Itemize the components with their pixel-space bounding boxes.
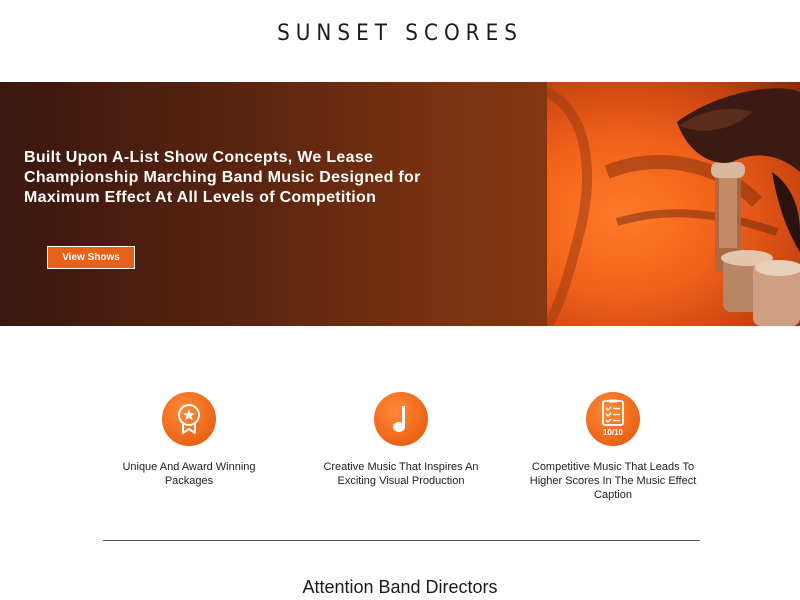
section-divider xyxy=(103,540,700,541)
site-logo[interactable]: SUNSET SCORES xyxy=(277,19,523,46)
score-checklist-icon: 10/10 xyxy=(586,392,640,446)
feature-label-award: Unique And Award Winning Packages xyxy=(122,461,256,487)
feature-label-competitive: Competitive Music That Leads To Higher S… xyxy=(529,461,697,501)
hero-banner: Built Upon A-List Show Concepts, We Leas… xyxy=(0,82,800,326)
trumpet-illustration xyxy=(547,87,800,326)
attention-band-directors-heading: Attention Band Directors xyxy=(302,577,498,597)
hero-title: Built Upon A-List Show Concepts, We Leas… xyxy=(24,149,421,206)
music-note-icon xyxy=(374,392,428,446)
hero-trumpet-image xyxy=(547,82,800,326)
site-header: SUNSET SCORES xyxy=(0,0,800,82)
feature-item-creative: Creative Music That Inspires An Exciting… xyxy=(316,392,486,488)
award-ribbon-icon xyxy=(162,392,216,446)
hero-text-panel: Built Upon A-List Show Concepts, We Leas… xyxy=(0,82,547,326)
feature-label-creative: Creative Music That Inspires An Exciting… xyxy=(323,461,479,487)
feature-item-competitive: 10/10 Competitive Music That Leads To Hi… xyxy=(528,392,698,502)
feature-item-award: Unique And Award Winning Packages xyxy=(104,392,274,488)
score-badge-text: 10/10 xyxy=(603,428,624,437)
page: SUNSET SCORES Built Upon A-List Show Con… xyxy=(0,0,800,600)
features-section: Unique And Award Winning Packages Creati… xyxy=(0,326,800,540)
view-shows-button[interactable]: View Shows xyxy=(47,246,135,269)
